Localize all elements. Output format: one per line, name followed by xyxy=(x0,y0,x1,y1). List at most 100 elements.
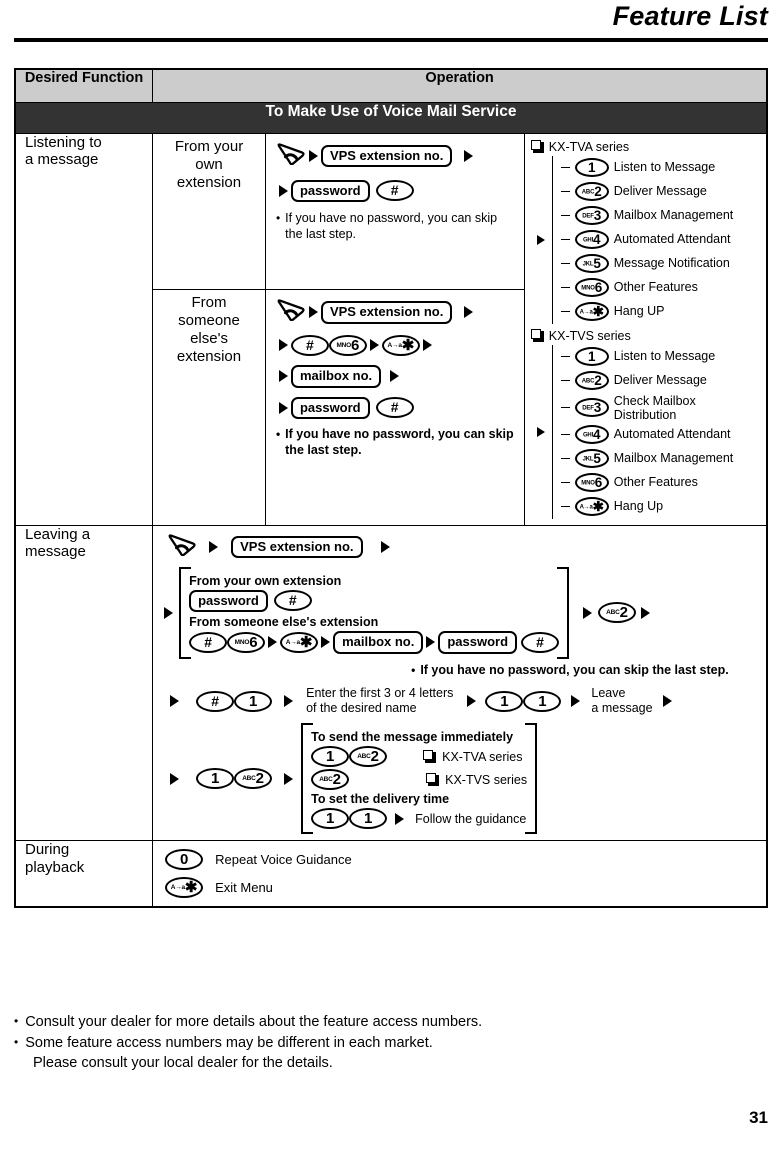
key-vps-extension-no[interactable]: VPS extension no. xyxy=(320,301,453,324)
page-header: Feature List xyxy=(0,0,782,46)
key-password[interactable]: password xyxy=(438,631,518,654)
list-item[interactable]: DEF3 Mailbox Management xyxy=(560,204,762,228)
key-star[interactable]: A→a✱ xyxy=(280,631,319,653)
key-2[interactable]: ABC2 xyxy=(598,602,637,624)
list-item[interactable]: A→a✱ Hang UP xyxy=(560,300,762,324)
function-cell-listening: Listening to a message xyxy=(14,132,154,526)
flow-arrow-icon xyxy=(170,695,180,708)
key-2[interactable]: ABC2 xyxy=(574,182,609,201)
key-star[interactable]: A→a✱ xyxy=(381,334,420,356)
list-item[interactable]: GHI4 Automated Attendant xyxy=(560,423,762,447)
series-title-kx-tva: KX-TVA series xyxy=(530,140,762,154)
key-6[interactable]: MNO6 xyxy=(574,473,609,492)
leaving-step-row-1: VPS extension no. xyxy=(161,533,760,561)
step-row-other-3: mailbox no. xyxy=(276,364,518,388)
key-hash[interactable]: # xyxy=(375,180,414,202)
series-label-kx-tvs: KX-TVS series xyxy=(445,772,528,787)
key-star[interactable]: A→a✱ xyxy=(574,497,609,516)
key-1[interactable]: 1 xyxy=(574,347,609,366)
key-1[interactable]: 1 xyxy=(574,158,609,177)
key-1[interactable]: 1 xyxy=(234,690,273,712)
series-title-kx-tvs-text: KX-TVS series xyxy=(548,328,631,343)
tick-icon xyxy=(560,215,570,216)
key-2[interactable]: ABC2 xyxy=(349,746,388,768)
page-number: 31 xyxy=(749,1108,768,1127)
key-1[interactable]: 1 xyxy=(311,808,350,830)
key-mailbox-no[interactable]: mailbox no. xyxy=(333,631,424,654)
key-1[interactable]: 1 xyxy=(523,690,562,712)
key-6[interactable]: MNO6 xyxy=(574,278,609,297)
lift-handset-icon xyxy=(276,299,306,326)
list-item[interactable]: JKL5 Mailbox Management xyxy=(560,447,762,471)
playback-option-repeat[interactable]: 0 Repeat Voice Guidance xyxy=(165,849,760,871)
list-item-label: Hang Up xyxy=(613,498,664,513)
key-hash[interactable]: # xyxy=(290,334,329,356)
key-hash[interactable]: # xyxy=(189,631,228,653)
list-item[interactable]: 1 Listen to Message xyxy=(560,345,762,369)
list-item[interactable]: MNO6 Other Features xyxy=(560,471,762,495)
function-label-listening-text: Listening to a message xyxy=(25,133,102,169)
key-hash[interactable]: # xyxy=(273,590,312,612)
key-password[interactable]: password xyxy=(290,179,370,203)
tick-icon xyxy=(560,458,570,459)
key-2[interactable]: ABC2 xyxy=(574,371,609,390)
key-1[interactable]: 1 xyxy=(485,690,524,712)
column-header-operation: Operation xyxy=(152,68,768,103)
bullet-icon: • xyxy=(275,211,281,226)
key-1[interactable]: 1 xyxy=(196,768,235,790)
flow-arrow-icon xyxy=(321,636,331,649)
key-2[interactable]: ABC2 xyxy=(311,769,350,791)
key-password[interactable]: password xyxy=(189,589,268,613)
list-item-label: Mailbox Management xyxy=(613,207,734,222)
series-arrow-wrap xyxy=(531,426,551,437)
tick-icon xyxy=(560,311,570,312)
list-item[interactable]: DEF3 Check Mailbox Distribution xyxy=(560,393,762,423)
flow-arrow-icon xyxy=(426,636,436,649)
key-1[interactable]: 1 xyxy=(349,808,388,830)
list-item[interactable]: GHI4 Automated Attendant xyxy=(560,228,762,252)
key-4[interactable]: GHI4 xyxy=(574,425,609,444)
list-item-label: Listen to Message xyxy=(613,348,716,363)
list-item[interactable]: A→a✱ Hang Up xyxy=(560,495,762,519)
key-vps-extension-no[interactable]: VPS extension no. xyxy=(231,535,363,559)
section-title-row: To Make Use of Voice Mail Service xyxy=(14,101,768,134)
series-title-kx-tvs: KX-TVS series xyxy=(530,328,762,343)
key-1[interactable]: 1 xyxy=(311,746,350,768)
key-hash[interactable]: # xyxy=(375,397,414,419)
playback-option-exit[interactable]: A→a✱ Exit Menu xyxy=(165,877,760,899)
list-item[interactable]: JKL5 Message Notification xyxy=(560,252,762,276)
bullet-icon: • xyxy=(275,427,281,442)
list-item[interactable]: 1 Listen to Message xyxy=(560,156,762,180)
flow-arrow-icon xyxy=(390,370,400,383)
table-row-leaving: Leaving a message VPS extension no. From… xyxy=(14,524,768,842)
flow-arrow-icon xyxy=(164,606,174,619)
key-3[interactable]: DEF3 xyxy=(574,206,609,225)
key-hash[interactable]: # xyxy=(196,690,235,712)
list-item[interactable]: ABC2 Deliver Message xyxy=(560,369,762,393)
key-vps-extension-no[interactable]: VPS extension no. xyxy=(320,144,453,168)
key-4[interactable]: GHI4 xyxy=(574,230,609,249)
key-2[interactable]: ABC2 xyxy=(234,768,273,790)
heading-set-delivery-time: To set the delivery time xyxy=(311,792,450,807)
key-3[interactable]: DEF3 xyxy=(574,398,609,417)
list-item-label: Listen to Message xyxy=(613,159,716,174)
key-star[interactable]: A→a✱ xyxy=(574,302,609,321)
flow-arrow-icon xyxy=(583,606,593,619)
key-5[interactable]: JKL5 xyxy=(574,449,609,468)
key-star[interactable]: A→a✱ xyxy=(165,877,204,899)
footer-notes: • Consult your dealer for more details a… xyxy=(14,1012,768,1074)
list-item[interactable]: MNO6 Other Features xyxy=(560,276,762,300)
key-5[interactable]: JKL5 xyxy=(574,254,609,273)
key-mailbox-no[interactable]: mailbox no. xyxy=(290,364,382,388)
note-leaving-password: • If you have no password, you can skip … xyxy=(411,663,760,679)
key-password[interactable]: password xyxy=(290,396,370,420)
key-0[interactable]: 0 xyxy=(165,849,204,871)
note-other-extension: • If you have no password, you can skip … xyxy=(276,427,518,458)
key-hash[interactable]: # xyxy=(521,631,560,653)
flow-arrow-icon xyxy=(308,150,318,162)
key-6[interactable]: MNO6 xyxy=(328,334,367,356)
list-item[interactable]: ABC2 Deliver Message xyxy=(560,180,762,204)
key-6[interactable]: MNO6 xyxy=(227,631,266,653)
step-row-own-2: password # xyxy=(276,179,518,203)
function-cell-leaving: Leaving a message xyxy=(14,524,154,842)
